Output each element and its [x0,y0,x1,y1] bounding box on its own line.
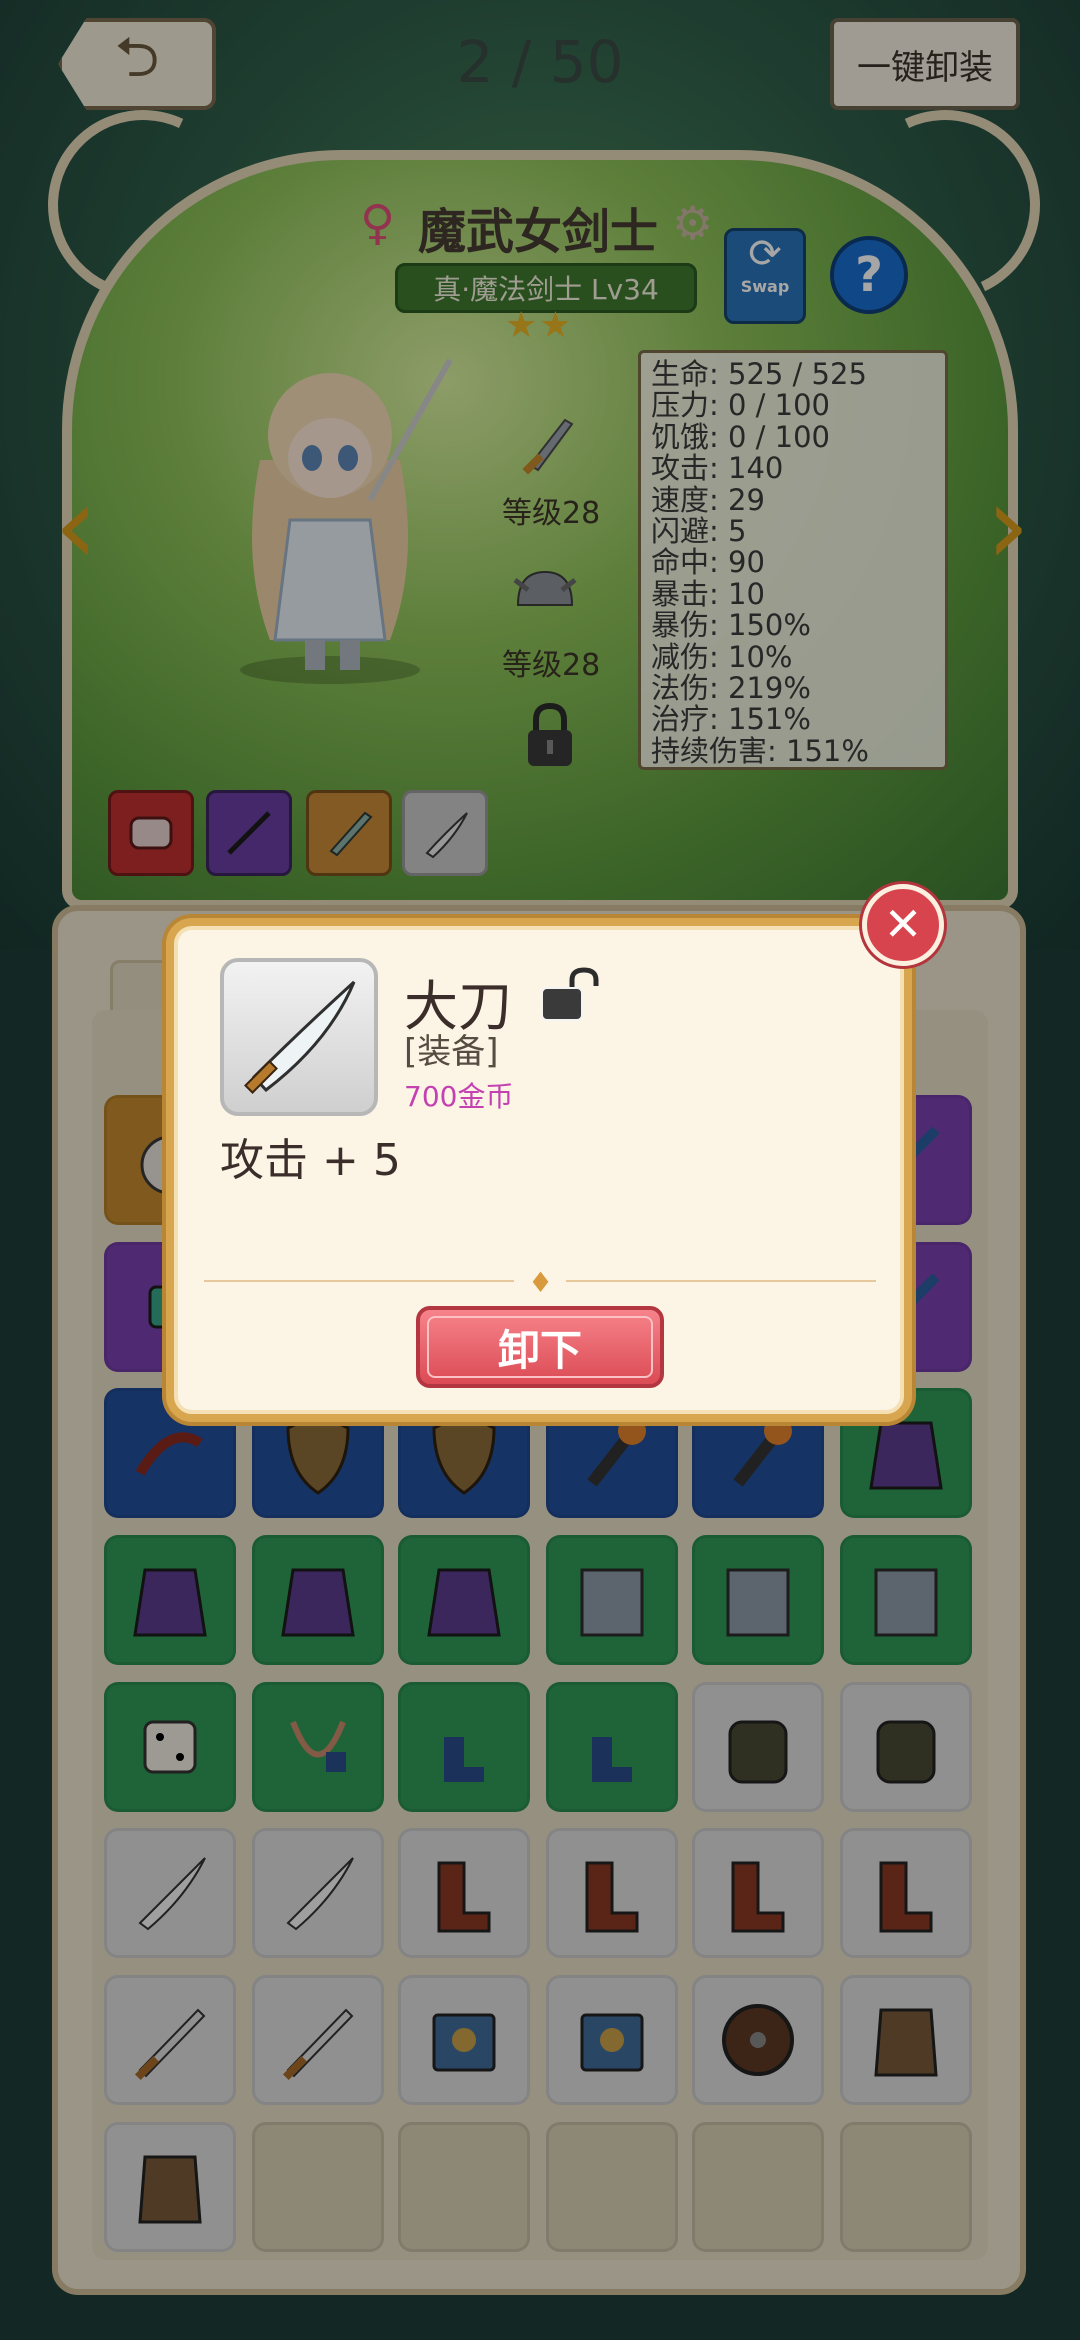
unequip-button-label: 卸下 [427,1316,653,1378]
close-button[interactable]: ✕ [862,884,944,966]
item-price: 700金币 [404,1080,514,1113]
divider [566,1280,876,1282]
item-thumbnail [220,958,378,1116]
item-category: [装备] [404,1032,499,1072]
unlock-icon[interactable] [534,966,604,1024]
divider [204,1280,514,1282]
unequip-button[interactable]: 卸下 [416,1306,664,1388]
diamond-icon: ♦ [528,1266,554,1299]
broadsword-icon [244,980,356,1094]
item-stat: 攻击 + 5 [220,1135,401,1186]
